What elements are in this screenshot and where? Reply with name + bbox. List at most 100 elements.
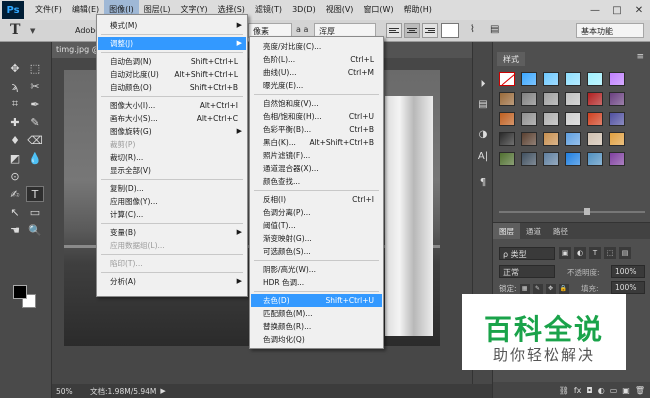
adjustment-filter-icon[interactable]: ◐ (574, 247, 586, 259)
menu-item[interactable]: 计算(C)... (98, 208, 246, 221)
style-swatch[interactable] (587, 132, 603, 146)
hand-tool-icon[interactable]: ☚ (6, 222, 24, 238)
menu-item[interactable]: 应用图像(Y)... (98, 195, 246, 208)
menu-item[interactable]: 色调均化(Q) (251, 333, 382, 346)
menu-item[interactable]: 匹配颜色(M)... (251, 307, 382, 320)
style-swatch[interactable] (565, 92, 581, 106)
new-layer-icon[interactable]: ▣ (622, 386, 630, 395)
workspace-select[interactable]: 基本功能 (576, 23, 644, 38)
menu-item[interactable]: 自动色调(N) Shift+Ctrl+L (98, 55, 246, 68)
menu-item[interactable]: 自然饱和度(V)... (251, 97, 382, 110)
align-left-button[interactable] (386, 23, 402, 38)
maximize-button[interactable]: □ (606, 0, 628, 20)
style-swatch[interactable] (609, 132, 625, 146)
style-swatch[interactable] (543, 92, 559, 106)
paragraph-panel-icon[interactable]: ¶ (475, 174, 491, 190)
minimize-button[interactable]: — (584, 0, 606, 20)
style-swatch[interactable] (521, 72, 537, 86)
menu-item[interactable]: 模式(M) ▶ (98, 19, 246, 32)
style-swatch[interactable] (609, 112, 625, 126)
style-swatch[interactable] (587, 92, 603, 106)
style-swatch[interactable] (543, 72, 559, 86)
menu-item[interactable]: 分析(A) ▶ (98, 275, 246, 288)
brush-tool-icon[interactable]: ✎ (26, 114, 44, 130)
clone-stamp-tool-icon[interactable]: ♦ (6, 132, 24, 148)
menu-item[interactable]: 复制(D)... (98, 182, 246, 195)
menu-item[interactable]: 曝光度(E)... (251, 79, 382, 92)
marquee-tool-icon[interactable]: ⬚ (26, 60, 44, 76)
pen-tool-icon[interactable]: ✍ (6, 186, 24, 202)
layer-mask-icon[interactable]: ◘ (586, 386, 592, 395)
menu-item[interactable]: 图像旋转(G) ▶ (98, 125, 246, 138)
lock-position-icon[interactable]: ✥ (545, 283, 556, 294)
smart-object-filter-icon[interactable]: ▤ (619, 247, 631, 259)
menu-item[interactable]: 替换颜色(R)... (251, 320, 382, 333)
warp-text-icon[interactable]: ⌇ (470, 24, 475, 35)
tab-styles[interactable]: 样式 (497, 52, 525, 66)
gradient-tool-icon[interactable]: 💧 (26, 150, 44, 166)
menu-item[interactable]: 阈值(T)... (251, 219, 382, 232)
lasso-tool-icon[interactable]: ϡ (6, 78, 24, 94)
pixel-filter-icon[interactable]: ▣ (559, 247, 571, 259)
menu-item[interactable]: 图像大小(I)... Alt+Ctrl+I (98, 99, 246, 112)
style-swatch[interactable] (499, 132, 515, 146)
close-button[interactable]: ✕ (628, 0, 650, 20)
foreground-color-swatch[interactable] (13, 285, 27, 299)
menu-item[interactable]: 去色(D) Shift+Ctrl+U (251, 294, 382, 307)
panel-scroll-slider[interactable] (499, 207, 645, 217)
menu-item[interactable]: 照片滤镜(F)... (251, 149, 382, 162)
crop-tool-icon[interactable]: ⌗ (6, 96, 24, 112)
tab-paths[interactable]: 路径 (547, 223, 574, 239)
healing-brush-tool-icon[interactable]: ✚ (6, 114, 24, 130)
menu-item[interactable]: 通道混合器(X)... (251, 162, 382, 175)
adjustments-panel-icon[interactable]: ◑ (475, 126, 491, 142)
style-swatch[interactable] (543, 152, 559, 166)
style-swatch[interactable] (543, 132, 559, 146)
character-panel-icon[interactable]: ▤ (490, 24, 499, 35)
lock-pixels-icon[interactable]: ✎ (532, 283, 543, 294)
lock-all-icon[interactable]: 🔒 (558, 283, 569, 294)
menu-item[interactable]: 黑白(K)... Alt+Shift+Ctrl+B (251, 136, 382, 149)
menu-item[interactable]: 画布大小(S)... Alt+Ctrl+C (98, 112, 246, 125)
rectangle-tool-icon[interactable]: ▭ (26, 204, 44, 220)
menu-item[interactable]: 文件(F) (30, 0, 67, 20)
style-swatch[interactable] (587, 72, 603, 86)
play-action-icon[interactable]: ⏵ (475, 76, 491, 92)
style-swatch[interactable] (565, 112, 581, 126)
menu-item[interactable]: 窗口(W) (358, 0, 398, 20)
lock-transparent-icon[interactable]: ▦ (519, 283, 530, 294)
quick-select-tool-icon[interactable]: ✂ (26, 78, 44, 94)
eraser-tool-icon[interactable]: ◩ (6, 150, 24, 166)
menu-item[interactable]: 显示全部(V) (98, 164, 246, 177)
align-center-button[interactable] (404, 23, 420, 38)
menu-item[interactable]: 反相(I) Ctrl+I (251, 193, 382, 206)
history-panel-icon[interactable]: ▤ (475, 96, 491, 112)
shape-filter-icon[interactable]: ⬚ (604, 247, 616, 259)
move-tool-icon[interactable]: ✥ (6, 60, 24, 76)
menu-item[interactable]: 阴影/高光(W)... (251, 263, 382, 276)
menu-item[interactable]: 可选颜色(S)... (251, 245, 382, 258)
style-swatch[interactable] (609, 152, 625, 166)
menu-item[interactable]: 滤镜(T) (250, 0, 287, 20)
style-swatch[interactable] (609, 72, 625, 86)
menu-item[interactable]: 视图(V) (321, 0, 359, 20)
menu-item[interactable]: 曲线(U)... Ctrl+M (251, 66, 382, 79)
menu-item[interactable]: 色彩平衡(B)... Ctrl+B (251, 123, 382, 136)
layer-style-icon[interactable]: fx (574, 386, 582, 395)
style-swatch[interactable] (521, 112, 537, 126)
style-swatch[interactable] (565, 72, 581, 86)
menu-item[interactable]: HDR 色调... (251, 276, 382, 289)
fill-field[interactable]: 100% (611, 281, 645, 294)
type-filter-icon[interactable]: T (589, 247, 601, 259)
menu-item[interactable]: 色阶(L)... Ctrl+L (251, 53, 382, 66)
slider-knob[interactable] (583, 208, 590, 215)
new-group-icon[interactable]: ▭ (610, 386, 618, 395)
menu-item[interactable]: 渐变映射(G)... (251, 232, 382, 245)
adjustment-layer-icon[interactable]: ◐ (598, 386, 605, 395)
zoom-level[interactable]: 50% (52, 387, 82, 396)
menu-item[interactable]: 自动颜色(O) Shift+Ctrl+B (98, 81, 246, 94)
style-swatch[interactable] (499, 92, 515, 106)
dodge-tool-icon[interactable]: ⊙ (6, 168, 24, 184)
delete-layer-icon[interactable]: 🗑 (635, 386, 645, 395)
menu-item[interactable]: 色相/饱和度(H)... Ctrl+U (251, 110, 382, 123)
